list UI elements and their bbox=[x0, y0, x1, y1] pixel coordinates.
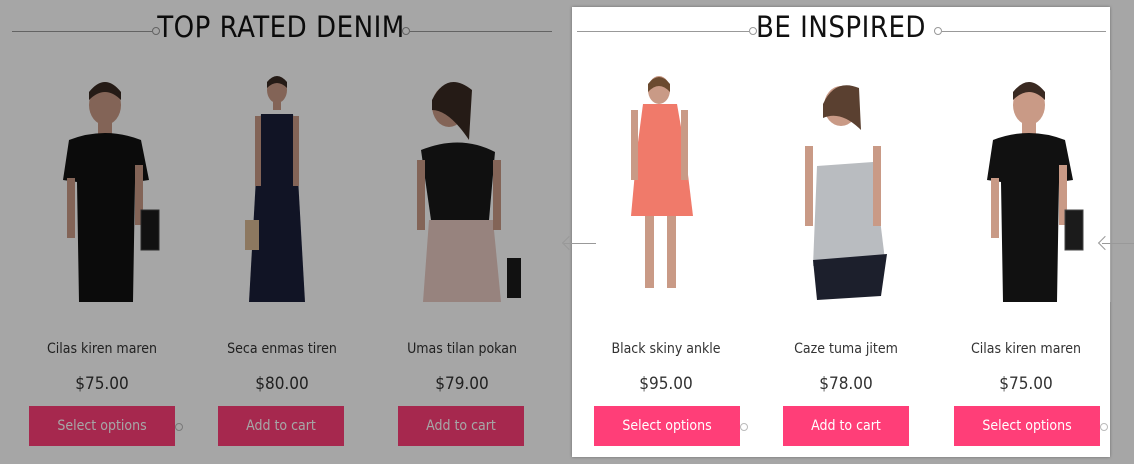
section-title: TOP RATED DENIM bbox=[157, 10, 405, 44]
select-options-button[interactable]: Select options bbox=[29, 406, 175, 446]
product-name[interactable]: Black skiny ankle bbox=[581, 341, 751, 357]
product-price: $75.00 bbox=[75, 374, 129, 394]
product-name[interactable]: Cilas kiren maren bbox=[941, 341, 1111, 357]
carousel-next-arrow-icon[interactable] bbox=[1097, 235, 1134, 251]
woman-black-top-pink-skirt-icon bbox=[417, 82, 521, 302]
add-to-cart-button[interactable]: Add to cart bbox=[218, 406, 344, 446]
product-name[interactable]: Cilas kiren maren bbox=[17, 341, 187, 357]
carousel-prev-arrow-icon[interactable] bbox=[561, 235, 598, 251]
select-options-button[interactable]: Select options bbox=[594, 406, 740, 446]
select-options-button[interactable]: Select options bbox=[954, 406, 1100, 446]
product-price: $75.00 bbox=[999, 374, 1053, 394]
product-price: $79.00 bbox=[435, 374, 489, 394]
add-to-cart-button[interactable]: Add to cart bbox=[783, 406, 909, 446]
woman-navy-maxi-dress-icon bbox=[245, 76, 305, 302]
woman-black-dress-bag-icon bbox=[987, 82, 1084, 302]
product-price: $78.00 bbox=[819, 374, 873, 394]
product-image[interactable] bbox=[761, 70, 931, 302]
add-to-cart-button[interactable]: Add to cart bbox=[398, 406, 524, 446]
section-title: BE INSPIRED bbox=[755, 10, 927, 44]
title-divider-right bbox=[942, 31, 1106, 32]
product-name[interactable]: Umas tilan pokan bbox=[377, 341, 547, 357]
dim-overlay bbox=[1110, 0, 1134, 464]
be-inspired-section: BE INSPIRED Black skiny ankle $95.00 Sel… bbox=[572, 7, 1111, 457]
product-image[interactable] bbox=[197, 70, 367, 302]
product-image[interactable] bbox=[17, 70, 187, 302]
title-divider-dot bbox=[402, 27, 410, 35]
product-image[interactable] bbox=[377, 70, 547, 302]
product-image[interactable] bbox=[581, 70, 751, 302]
product-price: $80.00 bbox=[255, 374, 309, 394]
dim-overlay bbox=[572, 0, 1110, 7]
dim-overlay bbox=[572, 457, 1110, 464]
button-nub bbox=[1100, 423, 1108, 431]
title-divider-right bbox=[410, 31, 552, 32]
button-nub bbox=[740, 423, 748, 431]
button-nub bbox=[175, 423, 183, 431]
product-name[interactable]: Caze tuma jitem bbox=[761, 341, 931, 357]
woman-grey-top-black-shorts-icon bbox=[805, 85, 887, 300]
top-rated-denim-section: TOP RATED DENIM Cilas kiren maren $75.00… bbox=[0, 0, 562, 464]
product-name[interactable]: Seca enmas tiren bbox=[197, 341, 367, 357]
product-price: $95.00 bbox=[639, 374, 693, 394]
woman-coral-lace-dress-icon bbox=[631, 76, 693, 288]
title-divider-dot bbox=[934, 27, 942, 35]
product-image[interactable] bbox=[941, 70, 1111, 302]
woman-black-dress-bag-icon bbox=[63, 82, 160, 302]
